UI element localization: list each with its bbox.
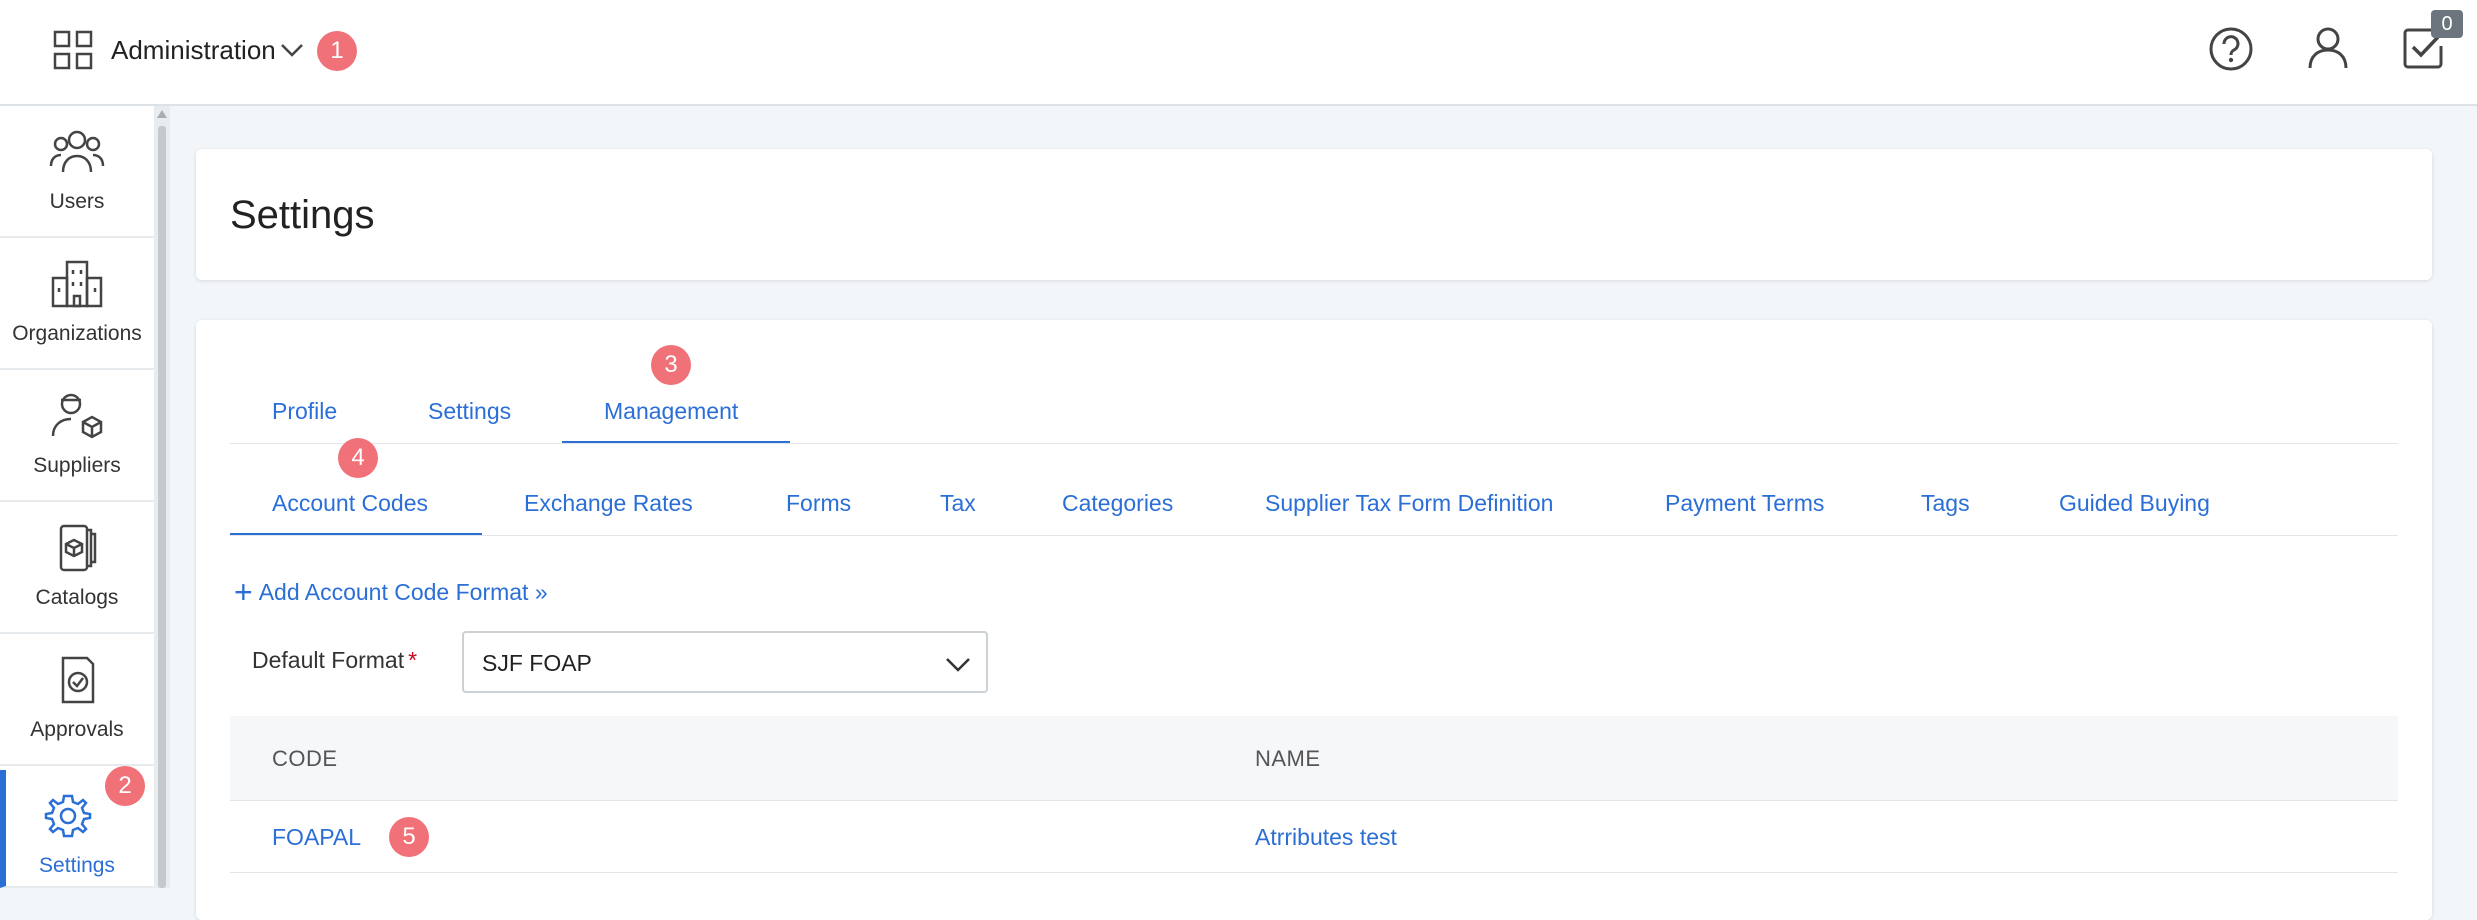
default-format-label: Default Format * — [252, 647, 417, 674]
chevron-down-icon — [946, 658, 970, 672]
sidebar-item-label: Settings — [39, 854, 115, 877]
subtabs-divider — [230, 535, 2398, 536]
step-badge: 5 — [389, 817, 429, 857]
tab-forms[interactable]: Forms — [786, 490, 851, 517]
sidebar-item-label: Users — [49, 190, 105, 213]
chevron-down-icon[interactable] — [279, 40, 305, 60]
step-badge: 1 — [317, 31, 357, 71]
sidebar-item-approvals[interactable]: Approvals — [0, 634, 154, 766]
row-name-link[interactable]: Atrributes test — [1255, 824, 1397, 851]
module-switcher-title[interactable]: Administration — [111, 32, 276, 68]
tab-profile[interactable]: Profile — [272, 398, 337, 425]
grid-icon[interactable] — [53, 30, 93, 70]
scrollbar-thumb[interactable] — [158, 126, 166, 888]
help-icon[interactable] — [2208, 26, 2254, 72]
default-format-select[interactable]: SJF FOAP — [462, 631, 988, 693]
add-account-code-format-label: Add Account Code Format » — [258, 579, 548, 605]
sidebar-item-label: Catalogs — [35, 586, 119, 609]
sidebar-item-organizations[interactable]: Organizations — [0, 238, 154, 370]
tab-categories[interactable]: Categories — [1062, 490, 1173, 517]
tab-settings[interactable]: Settings — [428, 398, 511, 425]
default-format-label-text: Default Format — [252, 647, 405, 673]
tab-payment-terms[interactable]: Payment Terms — [1665, 490, 1824, 517]
sidebar-item-label: Organizations — [12, 322, 142, 345]
step-badge: 2 — [105, 766, 145, 806]
add-account-code-format-link[interactable]: + Add Account Code Format » — [234, 574, 548, 611]
page-title-card: Settings — [196, 149, 2432, 280]
supplier-icon — [51, 393, 103, 439]
tab-exchange-rates[interactable]: Exchange Rates — [524, 490, 693, 517]
page-title: Settings — [230, 193, 375, 237]
tab-tax[interactable]: Tax — [940, 490, 976, 517]
step-badge: 4 — [338, 438, 378, 478]
catalog-icon — [59, 524, 97, 572]
scroll-up-arrow-icon[interactable] — [157, 110, 167, 118]
tab-account-codes[interactable]: Account Codes — [272, 490, 428, 517]
sidebar-item-suppliers[interactable]: Suppliers — [0, 370, 154, 502]
default-format-value: SJF FOAP — [482, 650, 592, 676]
column-header-code[interactable]: CODE — [272, 746, 338, 772]
table-row-divider — [230, 872, 2398, 873]
table-header: CODE NAME — [230, 716, 2398, 800]
gear-icon — [44, 794, 92, 838]
tabs-divider — [230, 443, 2398, 444]
tab-guided-buying[interactable]: Guided Buying — [2059, 490, 2210, 517]
table-header-divider — [230, 800, 2398, 801]
sidebar-item-catalogs[interactable]: Catalogs — [0, 502, 154, 634]
required-marker: * — [408, 647, 418, 673]
sidebar-item-label: Suppliers — [33, 454, 121, 477]
row-code-link[interactable]: FOAPAL — [272, 824, 361, 851]
building-icon — [51, 260, 103, 308]
plus-icon: + — [234, 574, 253, 610]
tab-tags[interactable]: Tags — [1921, 490, 1970, 517]
step-badge: 3 — [651, 345, 691, 385]
user-icon[interactable] — [2304, 24, 2352, 72]
sidebar-item-users[interactable]: Users — [0, 106, 154, 238]
approval-icon — [61, 656, 95, 704]
sidebar-item-label: Approvals — [30, 718, 124, 741]
tab-supplier-tax-form-definition[interactable]: Supplier Tax Form Definition — [1265, 490, 1553, 517]
users-icon — [49, 130, 105, 173]
tasks-count-badge: 0 — [2431, 10, 2463, 38]
top-bar: Administration 1 0 — [0, 0, 2477, 106]
tab-management[interactable]: Management — [604, 398, 738, 425]
column-header-name[interactable]: NAME — [1255, 746, 1321, 772]
